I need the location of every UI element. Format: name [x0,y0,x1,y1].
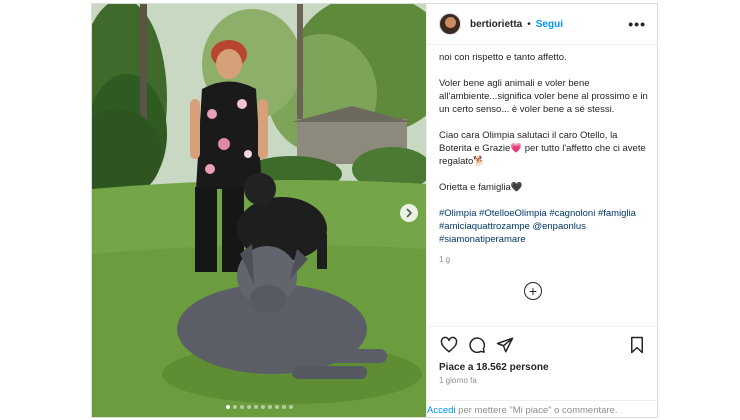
instagram-post: bertiorietta • Segui ••• noi con rispett… [91,3,659,418]
avatar[interactable] [439,13,461,35]
follow-button[interactable]: Segui [536,19,563,30]
carousel-dot [274,405,279,409]
actions-area: Piace a 18.562 persone 1 giorno fa [427,326,659,385]
post-side-panel: bertiorietta • Segui ••• noi con rispett… [426,4,659,417]
carousel-dot [225,405,230,409]
login-prompt-text: per mettere "Mi piace" o commentare. [455,405,618,416]
caption-paragraph: Ciao cara Olimpia salutaci il caro Otell… [439,130,646,167]
carousel-dot [253,405,258,409]
post-header: bertiorietta • Segui ••• [427,4,658,45]
caption-paragraph: Voler bene agli animali e voler bene all… [439,78,648,115]
login-prompt: Accedi per mettere "Mi piace" o commenta… [427,400,659,417]
carousel-dot [267,405,272,409]
carousel-dots [92,405,426,409]
caption-paragraph: Orietta e famiglia🖤 [439,182,523,193]
carousel-dot [246,405,251,409]
more-options-icon[interactable]: ••• [628,16,646,32]
plus-circle-icon[interactable]: + [524,282,542,300]
username-link[interactable]: bertiorietta [470,19,522,30]
post-date: 1 giorno fa [439,376,477,385]
carousel-dot [260,405,265,409]
comment-icon[interactable] [467,335,487,355]
caption-paragraph: noi con rispetto e tanto affetto. [439,52,567,63]
hashtags[interactable]: #Olimpia #OtelloeOlimpia #cagnoloni #fam… [439,207,649,246]
action-bar [427,327,659,362]
post-photo[interactable] [92,4,426,417]
carousel-dot [239,405,244,409]
heart-icon[interactable] [439,335,459,355]
carousel-dot [232,405,237,409]
bookmark-icon[interactable] [627,335,647,355]
comment-time: 1 g [439,255,451,264]
separator-dot: • [527,18,531,30]
carousel-dot [281,405,286,409]
photo-woman-with-dogs [92,4,426,417]
chevron-right-icon [406,208,412,218]
login-link[interactable]: Accedi [427,405,456,416]
likes-count[interactable]: Piace a 18.562 persone [427,362,659,373]
caption-area: noi con rispetto e tanto affetto. Voler … [427,45,659,325]
share-icon[interactable] [495,335,515,355]
next-slide-button[interactable] [400,204,418,222]
carousel-dot [288,405,293,409]
